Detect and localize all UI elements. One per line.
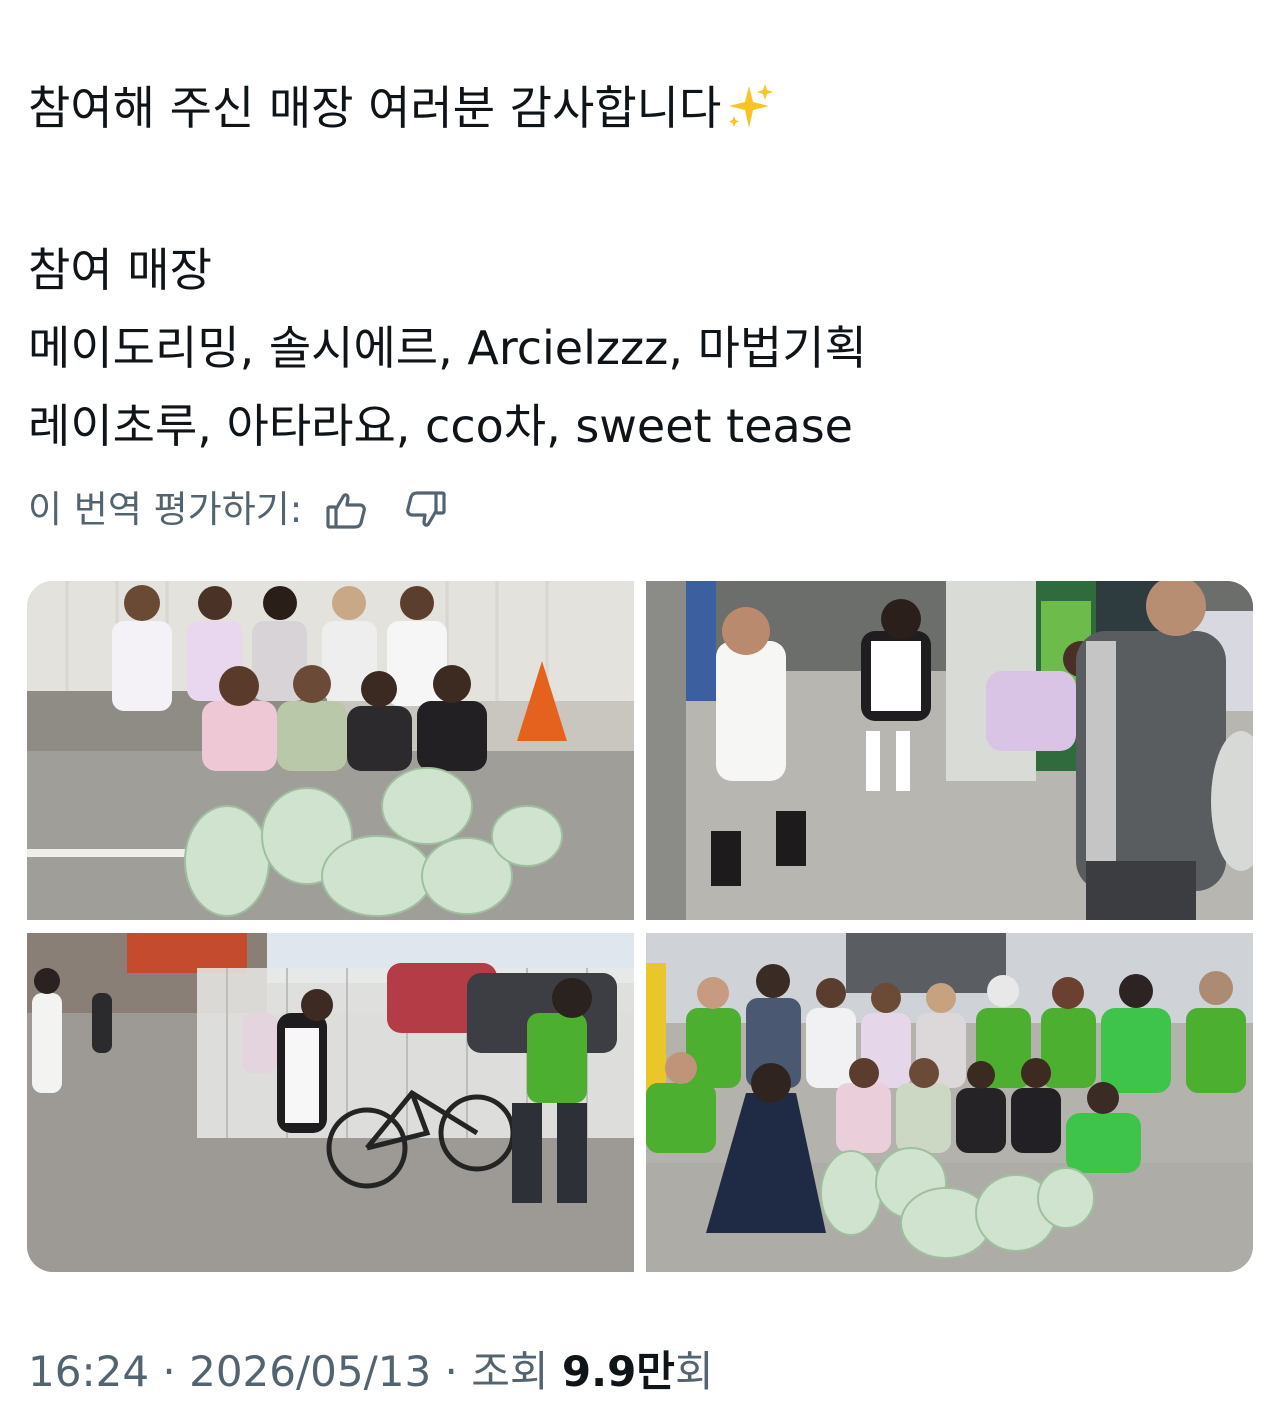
- post-text-line-3: 메이도리밍, 솔시에르, Arcielzzz, 마법기획: [28, 321, 867, 375]
- post-text-line-2: 참여 매장: [28, 243, 212, 297]
- rate-translation-label: 이 번역 평가하기:: [28, 488, 303, 531]
- photo-1[interactable]: [27, 581, 634, 920]
- views-count: 9.9: [561, 1347, 637, 1396]
- translation-rating: 이 번역 평가하기:: [28, 484, 452, 536]
- post-meta: 16:24 · 2026/05/13 · 조회 9.9만회: [28, 1344, 714, 1400]
- post-date: 2026/05/13: [189, 1347, 432, 1396]
- post-text-line-4: 레이초루, 아타라요, cco차, sweet tease: [28, 399, 853, 453]
- meta-separator-1: ·: [149, 1347, 190, 1396]
- photo-3[interactable]: [27, 933, 634, 1272]
- thanks-text: 참여해 주신 매장 여러분 감사합니다: [28, 81, 722, 135]
- views-label: 조회: [471, 1347, 562, 1396]
- photo-1-image: [27, 581, 634, 920]
- thumbs-up-button[interactable]: [320, 484, 372, 536]
- photo-4[interactable]: [646, 933, 1253, 1272]
- thumbs-up-icon: [326, 493, 367, 529]
- thumbs-down-icon: [406, 491, 446, 527]
- media-grid: [27, 581, 1253, 1272]
- photo-4-image: [646, 933, 1253, 1272]
- thumbs-down-button[interactable]: [400, 484, 452, 536]
- meta-separator-2: ·: [431, 1347, 472, 1396]
- views-suffix: 회: [674, 1347, 714, 1396]
- sparkles-icon: [729, 84, 774, 128]
- post-time: 16:24: [28, 1347, 150, 1396]
- views-unit: 만: [636, 1347, 675, 1396]
- photo-3-image: [27, 933, 634, 1272]
- photo-2[interactable]: [646, 581, 1253, 920]
- post-text-line-1: 참여해 주신 매장 여러분 감사합니다: [28, 80, 775, 136]
- photo-2-image: [646, 581, 1253, 920]
